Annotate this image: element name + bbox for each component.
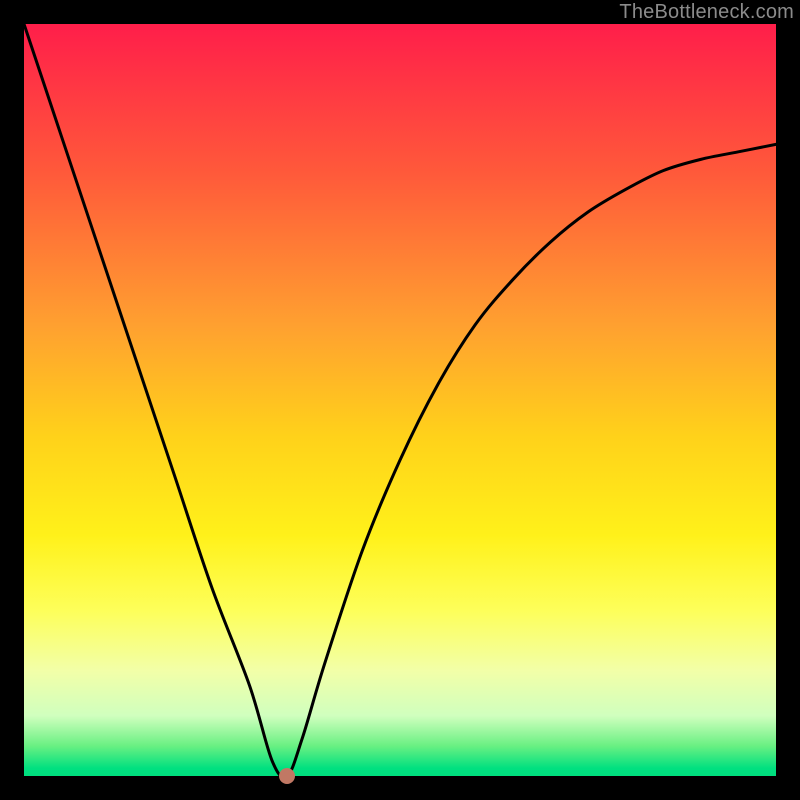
watermark-text: TheBottleneck.com	[619, 1, 794, 24]
bottleneck-curve	[24, 24, 776, 776]
optimum-marker	[279, 768, 295, 784]
curve-svg	[24, 24, 776, 776]
plot-frame	[24, 24, 776, 776]
